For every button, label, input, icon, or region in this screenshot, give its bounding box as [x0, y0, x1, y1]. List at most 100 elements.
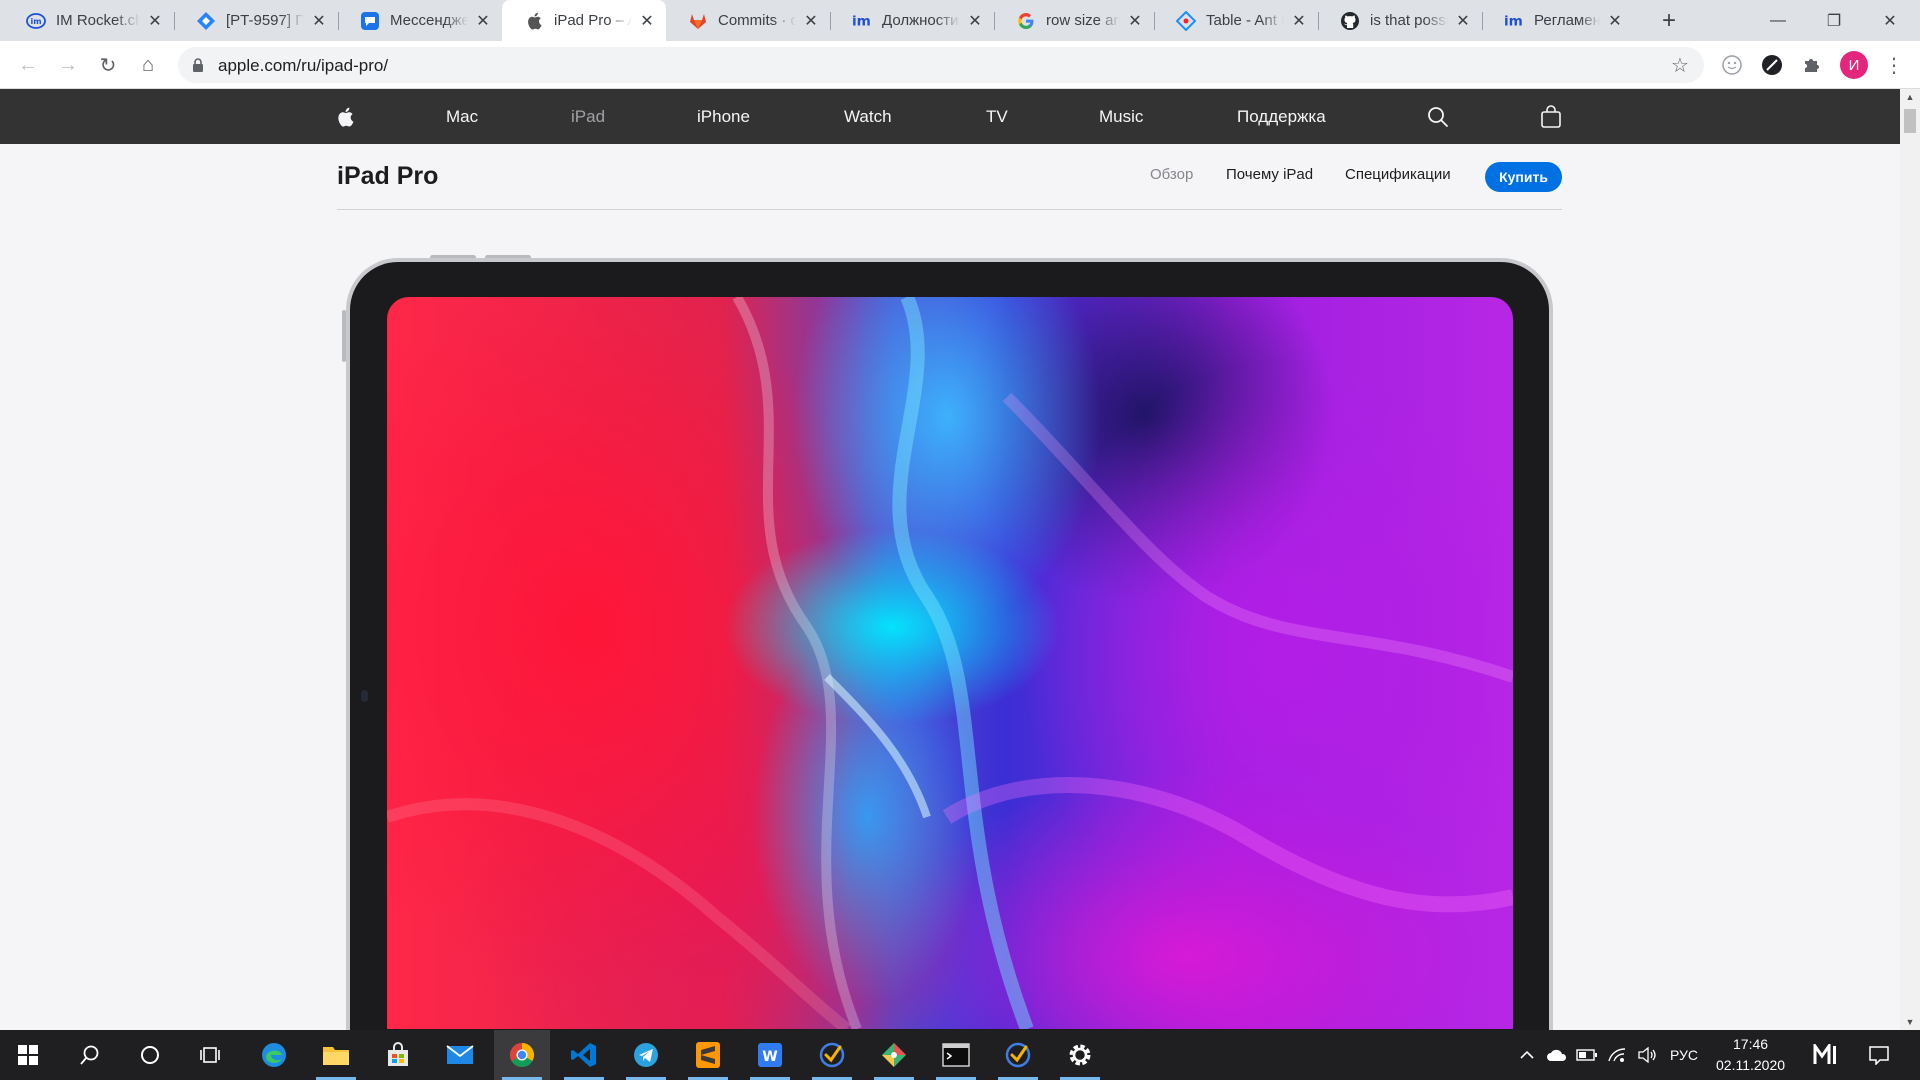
- task-check-icon: [1005, 1042, 1031, 1068]
- scroll-down-arrow-icon[interactable]: ▼: [1900, 1014, 1920, 1030]
- taskbar-sublime-text[interactable]: [680, 1030, 736, 1080]
- tab-title: Регламент: [1534, 12, 1600, 29]
- taskbar-store[interactable]: [370, 1030, 426, 1080]
- taskbar-chrome[interactable]: [494, 1030, 550, 1080]
- local-link-specs[interactable]: Спецификации: [1345, 166, 1451, 183]
- wps-writer-icon: W: [758, 1043, 782, 1067]
- taskbar-task-app-2[interactable]: [990, 1030, 1046, 1080]
- tab-title: IM Rocket.chat: [56, 12, 140, 29]
- profile-avatar[interactable]: И: [1840, 51, 1868, 79]
- scroll-thumb[interactable]: [1904, 109, 1916, 133]
- tab-ipad-pro[interactable]: iPad Pro – Apple ✕: [502, 0, 666, 41]
- nav-ipad[interactable]: iPad: [571, 89, 605, 144]
- tray-chevron-up-icon[interactable]: [1516, 1045, 1538, 1065]
- apple-global-nav: Mac iPad iPhone Watch TV Music Поддержка: [0, 89, 1900, 144]
- tab-title: Должности: [882, 12, 959, 29]
- telegram-icon: [634, 1043, 658, 1067]
- taskbar-task-app[interactable]: [804, 1030, 860, 1080]
- close-icon[interactable]: ✕: [1290, 12, 1308, 30]
- forward-button[interactable]: →: [52, 49, 84, 81]
- messenger-icon: [360, 11, 380, 31]
- local-link-why-ipad[interactable]: Почему iPad: [1226, 166, 1313, 183]
- taskbar-wps-writer[interactable]: W: [742, 1030, 798, 1080]
- tab-dolzhnosti[interactable]: im Должности ✕: [830, 0, 994, 41]
- taskbar-git-app[interactable]: [866, 1030, 922, 1080]
- nav-music[interactable]: Music: [1099, 89, 1143, 144]
- address-bar[interactable]: apple.com/ru/ipad-pro/ ☆: [178, 47, 1704, 83]
- tab-title: Commits · de: [718, 12, 796, 29]
- tab-messenger[interactable]: Мессенджер ✕: [338, 0, 502, 41]
- taskbar-vscode[interactable]: [556, 1030, 612, 1080]
- clock-date[interactable]: 02.11.2020: [1716, 1057, 1785, 1073]
- taskbar-edge[interactable]: [246, 1030, 302, 1080]
- search-icon[interactable]: [1427, 89, 1449, 144]
- close-icon[interactable]: ✕: [638, 12, 656, 30]
- close-icon[interactable]: ✕: [310, 12, 328, 30]
- app-tray-m-icon[interactable]: [1812, 1044, 1842, 1065]
- close-icon[interactable]: ✕: [966, 12, 984, 30]
- extension-face-icon[interactable]: [1720, 53, 1744, 77]
- close-window-button[interactable]: ✕: [1862, 0, 1918, 41]
- taskbar-terminal[interactable]: [928, 1030, 984, 1080]
- nav-iphone[interactable]: iPhone: [697, 89, 750, 144]
- clock-time[interactable]: 17:46: [1733, 1036, 1768, 1052]
- local-link-overview[interactable]: Обзор: [1150, 166, 1193, 183]
- close-icon[interactable]: ✕: [1454, 12, 1472, 30]
- tab-gitlab[interactable]: Commits · de ✕: [666, 0, 830, 41]
- taskbar-telegram[interactable]: [618, 1030, 674, 1080]
- onedrive-cloud-icon[interactable]: [1546, 1045, 1568, 1065]
- extensions-puzzle-icon[interactable]: [1800, 53, 1824, 77]
- tab-title: is that possib: [1370, 12, 1448, 29]
- notifications-icon[interactable]: [1868, 1045, 1890, 1065]
- maximize-button[interactable]: ❐: [1806, 0, 1862, 41]
- ipad-wallpaper-image: [387, 297, 1513, 1029]
- home-button[interactable]: ⌂: [132, 49, 164, 81]
- taskbar-settings[interactable]: [1052, 1030, 1108, 1080]
- wifi-icon[interactable]: [1606, 1045, 1628, 1065]
- task-view-button[interactable]: [182, 1030, 238, 1080]
- taskbar-file-explorer[interactable]: [308, 1030, 364, 1080]
- browser-menu-icon[interactable]: ⋮: [1882, 53, 1906, 77]
- scroll-up-arrow-icon[interactable]: ▲: [1900, 89, 1920, 105]
- buy-button[interactable]: Купить: [1485, 162, 1562, 192]
- close-icon[interactable]: ✕: [802, 12, 820, 30]
- tab-google-search[interactable]: row size ant ✕: [994, 0, 1154, 41]
- page-scrollbar[interactable]: ▲ ▼: [1900, 89, 1920, 1030]
- jira-icon: [196, 11, 216, 31]
- tab-title: [PT-9597] Пр: [226, 12, 304, 29]
- browser-tab-strip: im IM Rocket.chat ✕ [PT-9597] Пр ✕ Мессе…: [0, 0, 1920, 41]
- cortana-button[interactable]: [122, 1030, 178, 1080]
- minimize-button[interactable]: —: [1750, 0, 1806, 41]
- gitlab-icon: [688, 11, 708, 31]
- close-icon[interactable]: ✕: [146, 12, 164, 30]
- tab-rocketchat[interactable]: im IM Rocket.chat ✕: [4, 0, 174, 41]
- reload-button[interactable]: ↻: [92, 49, 124, 81]
- taskbar-mail[interactable]: [432, 1030, 488, 1080]
- tab-reglament[interactable]: im Регламент ✕: [1482, 0, 1634, 41]
- start-button[interactable]: [0, 1030, 56, 1080]
- shopping-bag-icon[interactable]: [1540, 89, 1562, 144]
- input-language-indicator[interactable]: РУС: [1670, 1047, 1698, 1063]
- nav-support[interactable]: Поддержка: [1237, 89, 1326, 144]
- tab-jira[interactable]: [PT-9597] Пр ✕: [174, 0, 338, 41]
- terminal-icon: [942, 1043, 970, 1067]
- nav-mac[interactable]: Mac: [446, 89, 478, 144]
- nav-tv[interactable]: TV: [986, 89, 1008, 144]
- nav-watch[interactable]: Watch: [844, 89, 892, 144]
- back-button[interactable]: ←: [12, 49, 44, 81]
- close-icon[interactable]: ✕: [474, 12, 492, 30]
- extension-dark-icon[interactable]: [1760, 53, 1784, 77]
- volume-icon[interactable]: [1636, 1045, 1658, 1065]
- apple-logo-icon[interactable]: [336, 89, 354, 144]
- new-tab-button[interactable]: +: [1656, 7, 1682, 34]
- chrome-icon: [509, 1043, 535, 1068]
- apple-icon: [524, 11, 544, 31]
- bookmark-star-icon[interactable]: ☆: [1668, 53, 1692, 77]
- close-icon[interactable]: ✕: [1606, 12, 1624, 30]
- tab-github[interactable]: is that possib ✕: [1318, 0, 1482, 41]
- tab-ant-design[interactable]: Table - Ant D ✕: [1154, 0, 1318, 41]
- close-icon[interactable]: ✕: [1126, 12, 1144, 30]
- battery-icon[interactable]: [1576, 1045, 1598, 1065]
- taskbar-search-button[interactable]: [62, 1030, 118, 1080]
- product-title[interactable]: iPad Pro: [337, 162, 438, 191]
